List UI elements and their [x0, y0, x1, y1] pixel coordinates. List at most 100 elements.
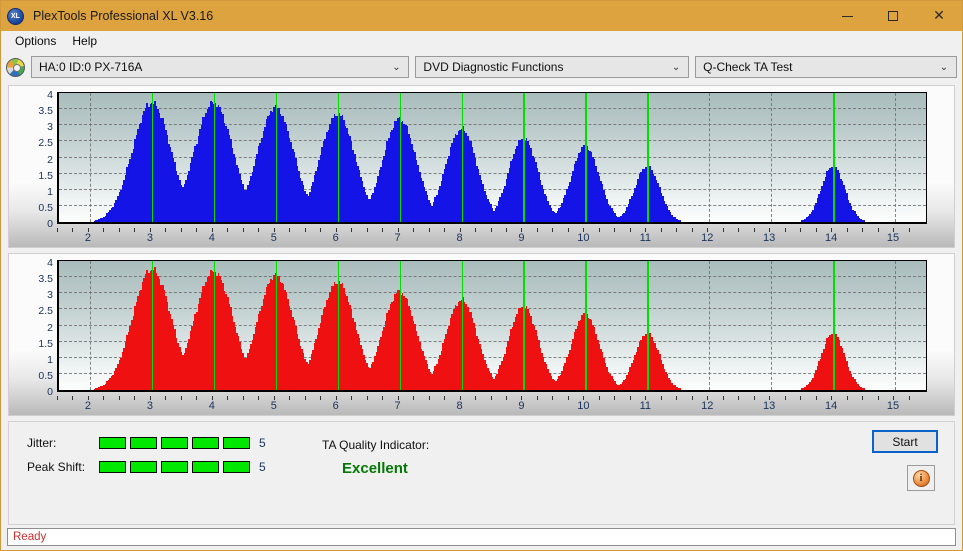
marker-line: [462, 93, 464, 222]
x-axis-tick: [243, 396, 244, 400]
x-axis-tick: [614, 228, 615, 232]
marker-line: [276, 261, 278, 390]
meter-block: [161, 461, 188, 473]
x-axis-tick: [769, 396, 770, 400]
marker-line: [523, 93, 525, 222]
minimize-button[interactable]: [824, 1, 870, 31]
x-axis-tick: [475, 228, 476, 232]
marker-line: [214, 93, 216, 222]
maximize-button[interactable]: [870, 1, 916, 31]
x-axis-tick: [831, 396, 832, 400]
y-tick-label: 3.5: [27, 273, 53, 285]
y-tick-label: 0.5: [27, 202, 53, 214]
marker-line: [585, 261, 587, 390]
x-axis-tick: [165, 228, 166, 232]
x-axis-tick: [847, 228, 848, 232]
menu-bar: Options Help: [1, 31, 962, 52]
x-axis-tick: [212, 396, 213, 400]
gridline-vertical: [709, 261, 710, 390]
x-axis-tick: [506, 228, 507, 232]
x-axis-tick: [893, 396, 894, 400]
x-axis-tick: [429, 396, 430, 400]
x-axis-lower: 23456789101112131415: [9, 396, 954, 414]
x-tick-label: 13: [763, 400, 775, 412]
marker-line: [585, 93, 587, 222]
gridline-horizontal: [59, 292, 926, 293]
x-axis-tick: [305, 228, 306, 232]
x-tick-label: 10: [577, 232, 589, 244]
x-axis-tick: [258, 396, 259, 400]
y-tick-label: 0.5: [27, 370, 53, 382]
marker-line: [400, 261, 402, 390]
start-button[interactable]: Start: [872, 430, 938, 453]
x-axis-tick: [909, 228, 910, 232]
x-axis-tick: [583, 396, 584, 400]
y-tick-label: 1.5: [27, 338, 53, 350]
x-axis-tick: [103, 228, 104, 232]
x-tick-label: 6: [333, 232, 339, 244]
x-axis-tick: [645, 396, 646, 400]
x-axis-tick: [676, 228, 677, 232]
status-text: Ready: [13, 531, 46, 543]
x-axis-tick: [382, 396, 383, 400]
x-tick-label: 9: [518, 232, 524, 244]
status-bar: Ready: [7, 528, 956, 546]
x-axis-tick: [506, 396, 507, 400]
x-axis-tick: [196, 228, 197, 232]
chart-bar: [679, 388, 681, 390]
x-tick-label: 5: [271, 400, 277, 412]
x-tick-label: 15: [887, 232, 899, 244]
test-select[interactable]: Q-Check TA Test ⌄: [695, 56, 957, 78]
meter-block: [99, 461, 126, 473]
marker-line: [152, 261, 154, 390]
gridline-horizontal: [59, 157, 926, 158]
meter-block: [223, 437, 250, 449]
x-axis-tick: [119, 396, 120, 400]
function-select[interactable]: DVD Diagnostic Functions ⌄: [415, 56, 689, 78]
x-axis-tick: [72, 396, 73, 400]
x-axis-tick: [243, 228, 244, 232]
x-axis-tick: [800, 228, 801, 232]
marker-line: [338, 261, 340, 390]
x-axis-tick: [862, 228, 863, 232]
meter-block: [161, 437, 188, 449]
x-axis-tick: [227, 228, 228, 232]
x-axis-tick: [831, 228, 832, 232]
close-button[interactable]: ✕: [916, 1, 962, 31]
chart-panel-upper: 00.511.522.533.54 23456789101112131415: [8, 85, 955, 248]
x-axis-tick: [491, 396, 492, 400]
meter-block: [130, 461, 157, 473]
window-controls: ✕: [824, 1, 962, 31]
y-tick-label: 1.5: [27, 170, 53, 182]
gridline-horizontal: [59, 108, 926, 109]
x-axis-tick: [676, 396, 677, 400]
gridline-horizontal: [59, 140, 926, 141]
menu-item-help[interactable]: Help: [64, 32, 105, 50]
gridline-vertical: [895, 261, 896, 390]
meter-block: [192, 461, 219, 473]
drive-select[interactable]: HA:0 ID:0 PX-716A ⌄: [31, 56, 409, 78]
x-axis-tick: [816, 228, 817, 232]
x-axis-tick: [862, 396, 863, 400]
plot-area-lower: [57, 260, 927, 392]
gridline-vertical: [90, 261, 91, 390]
x-tick-label: 15: [887, 400, 899, 412]
x-tick-label: 6: [333, 400, 339, 412]
x-axis-tick: [72, 228, 73, 232]
x-axis-tick: [630, 396, 631, 400]
x-axis-tick: [692, 396, 693, 400]
marker-line: [647, 93, 649, 222]
gridline-vertical: [895, 93, 896, 222]
menu-item-options[interactable]: Options: [7, 32, 64, 50]
y-tick-label: 2: [27, 322, 53, 334]
x-axis-tick: [754, 396, 755, 400]
gridline-vertical: [709, 93, 710, 222]
x-axis-tick: [382, 228, 383, 232]
jitter-value: 5: [259, 436, 266, 450]
marker-line: [400, 93, 402, 222]
x-axis-tick: [491, 228, 492, 232]
jitter-row: Jitter: 5: [27, 436, 266, 450]
x-axis-tick: [57, 396, 58, 400]
info-button[interactable]: i: [907, 465, 935, 491]
x-axis-tick: [630, 228, 631, 232]
